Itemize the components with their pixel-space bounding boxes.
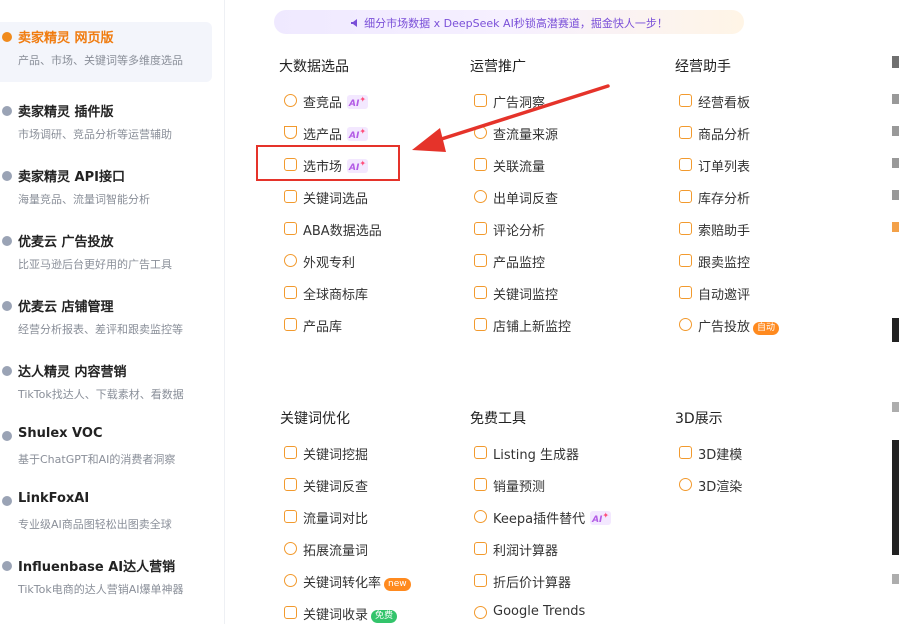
annotation-arrow [412, 84, 610, 152]
right-partial-column [884, 0, 899, 624]
